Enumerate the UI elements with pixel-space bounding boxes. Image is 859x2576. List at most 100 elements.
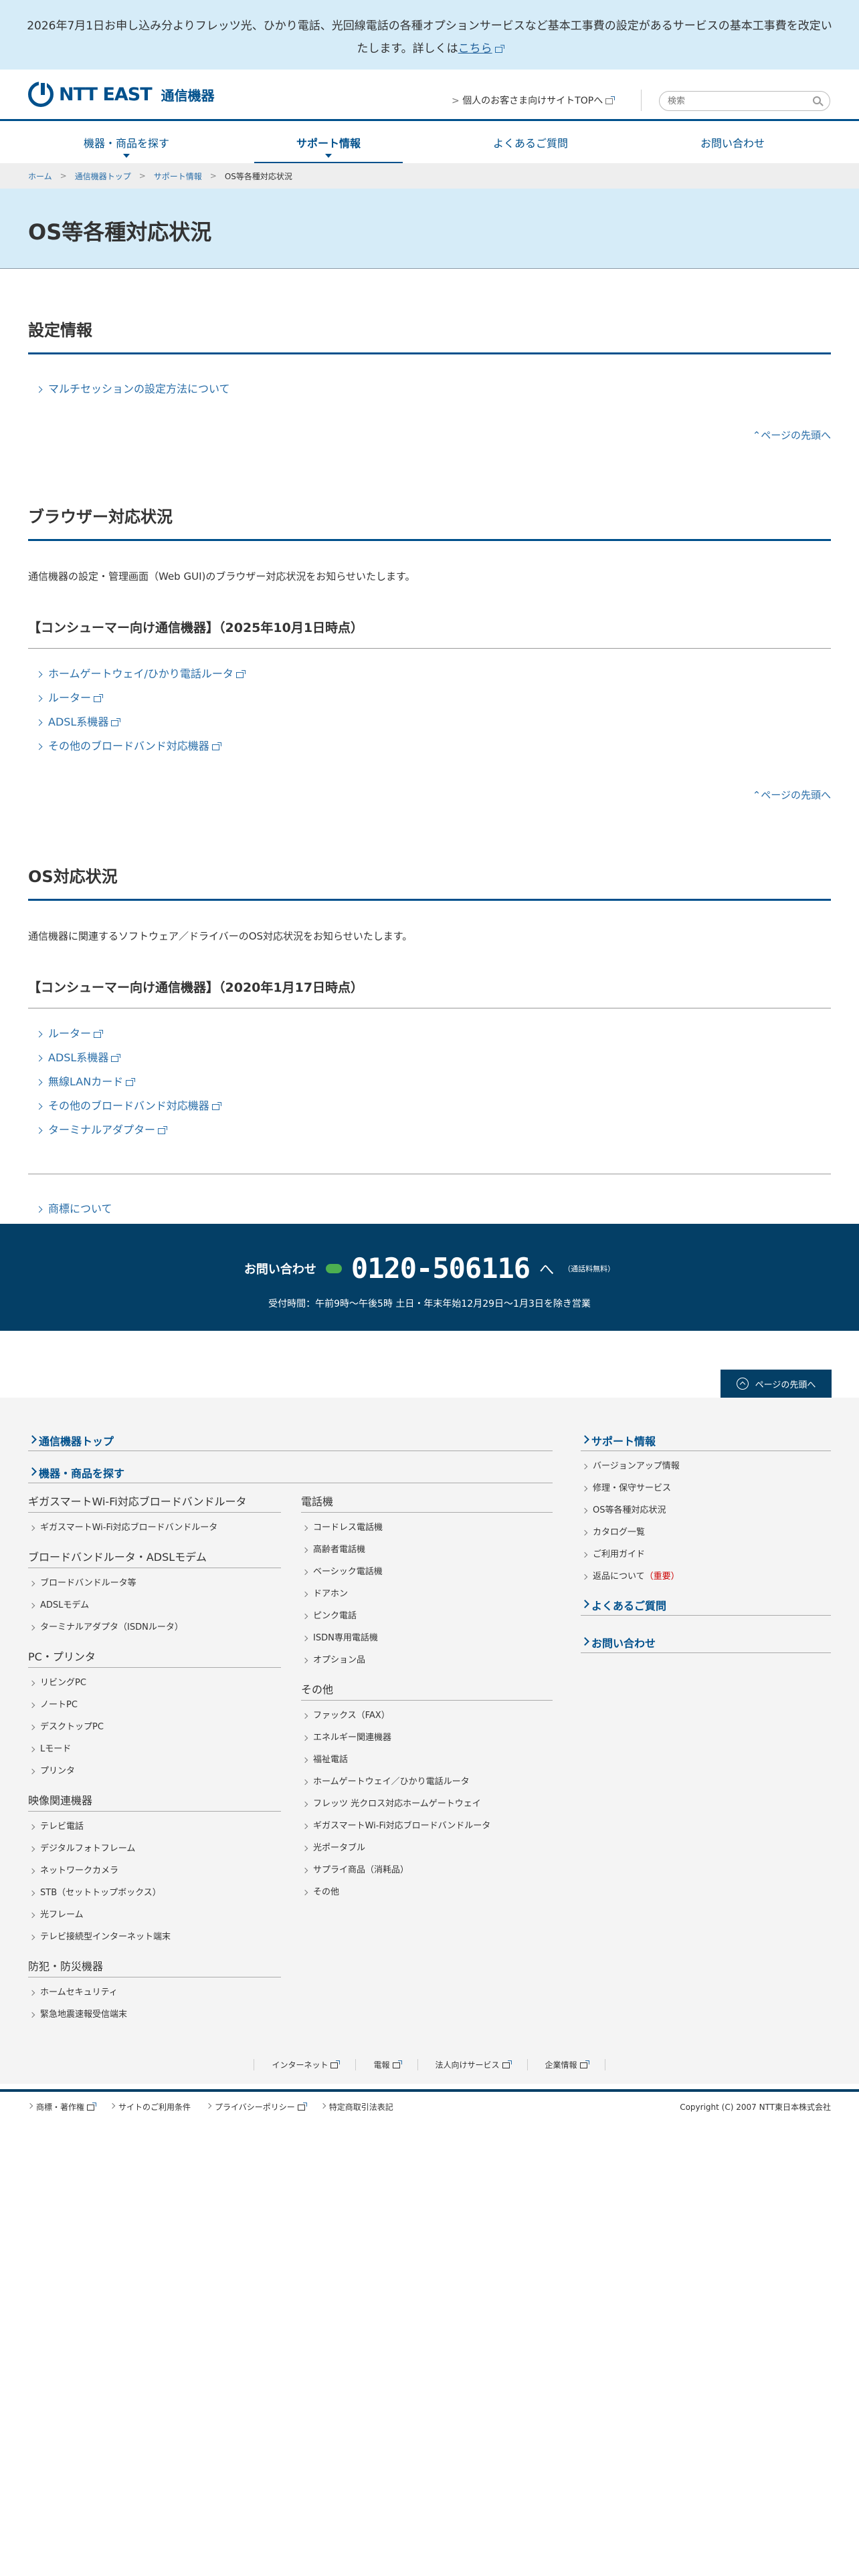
sitemap-item[interactable]: 修理・保守サービス xyxy=(581,1477,831,1499)
logo-brand: NTT EAST xyxy=(59,84,153,105)
nav-products[interactable]: 機器・商品を探す xyxy=(25,121,227,163)
link-browser-router[interactable]: ルーター xyxy=(28,686,831,710)
sitemap-item[interactable]: ノートPC xyxy=(28,1694,281,1716)
sitemap-products[interactable]: 機器・商品を探す xyxy=(28,1465,553,1483)
sitemap-item[interactable]: プリンタ xyxy=(28,1760,281,1782)
external-link-icon xyxy=(94,694,104,702)
link-browser-other[interactable]: その他のブロードバンド対応機器 xyxy=(28,734,831,758)
sitemap-item[interactable]: OS等各種対応状況 xyxy=(581,1499,831,1521)
breadcrumb-current: OS等各種対応状況 xyxy=(224,171,292,181)
sitemap-cat: 映像関連機器 xyxy=(28,1792,281,1812)
browser-subtitle: 【コンシューマー向け通信機器】（2025年10月1日時点） xyxy=(28,618,831,649)
link-os-wlan[interactable]: 無線LANカード xyxy=(28,1070,831,1094)
external-link-icon xyxy=(87,2102,97,2111)
sitemap-item[interactable]: カタログ一覧 xyxy=(581,1521,831,1543)
footer-nav-internet[interactable]: インターネット xyxy=(254,2058,355,2070)
link-browser-hgw[interactable]: ホームゲートウェイ/ひかり電話ルータ xyxy=(28,662,831,686)
notice-link[interactable]: こちら xyxy=(458,42,492,56)
pagetop-link[interactable]: ⌃ページの先頭へ xyxy=(28,788,831,802)
footer-nav-telegram[interactable]: 電報 xyxy=(355,2058,417,2070)
sitemap-item[interactable]: フレッツ 光クロス対応ホームゲートウェイ xyxy=(301,1793,553,1815)
search-input[interactable] xyxy=(659,91,830,111)
sitemap-item[interactable]: ホームセキュリティ xyxy=(28,1981,281,2004)
external-link-icon xyxy=(211,1102,221,1110)
sitemap-item[interactable]: ネットワークカメラ xyxy=(28,1860,281,1882)
sitemap-item[interactable]: デスクトップPC xyxy=(28,1716,281,1738)
sitemap-item[interactable]: コードレス電話機 xyxy=(301,1517,553,1539)
link-os-other[interactable]: その他のブロードバンド対応機器 xyxy=(28,1094,831,1118)
sitemap-item[interactable]: ギガスマートWi-Fi対応ブロードバンドルータ xyxy=(301,1815,553,1837)
os-links: ルーター ADSL系機器 無線LANカード その他のブロードバンド対応機器 ター… xyxy=(28,1022,831,1142)
contact-label: お問い合わせ xyxy=(244,1262,316,1277)
search-icon[interactable] xyxy=(813,96,821,104)
sitemap-item[interactable]: サプライ商品（消耗品） xyxy=(301,1859,553,1881)
link-multisession[interactable]: マルチセッションの設定方法について xyxy=(28,377,831,401)
sitemap-item[interactable]: エネルギー関連機器 xyxy=(301,1727,553,1749)
footer-nav-corporate[interactable]: 企業情報 xyxy=(527,2058,605,2070)
breadcrumb-support[interactable]: サポート情報 xyxy=(154,171,202,182)
important-badge: （重要） xyxy=(644,1572,680,1582)
sitemap-item[interactable]: ADSLモデム xyxy=(28,1594,281,1616)
link-os-ta[interactable]: ターミナルアダプター xyxy=(28,1118,831,1142)
sitemap-item[interactable]: デジタルフォトフレーム xyxy=(28,1838,281,1860)
sitemap-cat: PC・プリンタ xyxy=(28,1648,281,1668)
contact-tel-suffix: へ xyxy=(539,1261,555,1279)
link-browser-adsl[interactable]: ADSL系機器 xyxy=(28,710,831,734)
sitemap-item[interactable]: Lモード xyxy=(28,1738,281,1760)
external-link-icon xyxy=(392,2060,402,2068)
sitemap-item[interactable]: バージョンアップ情報 xyxy=(581,1455,831,1477)
sitemap-item[interactable]: テレビ電話 xyxy=(28,1816,281,1838)
pagetop-link[interactable]: ⌃ページの先頭へ xyxy=(28,428,831,442)
sitemap-item[interactable]: ブロードバンドルータ等 xyxy=(28,1572,281,1594)
personal-top-link[interactable]: > 個人のお客さま向けサイトTOPへ xyxy=(452,94,615,107)
sitemap-col1: ギガスマートWi-Fi対応ブロードバンドルータ ギガスマートWi-Fi対応ブロー… xyxy=(28,1493,281,2026)
sitemap-item[interactable]: ファックス（FAX） xyxy=(301,1705,553,1727)
sitemap-contact[interactable]: お問い合わせ xyxy=(581,1634,831,1653)
sitemap-item[interactable]: ご利用ガイド xyxy=(581,1543,831,1566)
link-trademark[interactable]: 商標について xyxy=(28,1197,831,1221)
nav-faq[interactable]: よくあるご質問 xyxy=(430,121,632,163)
personal-top-link-label: 個人のお客さま向けサイトTOPへ xyxy=(462,96,603,106)
breadcrumb-devices-top[interactable]: 通信機器トップ xyxy=(75,171,131,182)
link-os-adsl[interactable]: ADSL系機器 xyxy=(28,1046,831,1070)
external-link-icon xyxy=(330,2060,341,2068)
sitemap-item-return[interactable]: 返品について（重要） xyxy=(581,1566,831,1588)
page-header: OS等各種対応状況 xyxy=(0,189,859,269)
sitemap-item[interactable]: リビングPC xyxy=(28,1672,281,1694)
global-nav: 機器・商品を探す サポート情報 よくあるご質問 お問い合わせ xyxy=(0,119,859,163)
sitemap-item[interactable]: ターミナルアダプタ（ISDNルータ） xyxy=(28,1616,281,1638)
logo[interactable]: NTT EAST 通信機器 xyxy=(28,81,215,107)
sitemap-item[interactable]: ベーシック電話機 xyxy=(301,1561,553,1583)
sitemap-cat: その他 xyxy=(301,1681,553,1701)
sitemap-item[interactable]: ドアホン xyxy=(301,1583,553,1605)
footer-link-trademark[interactable]: 商標・著作権 xyxy=(28,2101,97,2113)
footer-link-commerce[interactable]: 特定商取引法表記 xyxy=(321,2101,393,2113)
sitemap-faq[interactable]: よくあるご質問 xyxy=(581,1597,831,1616)
sitemap-support[interactable]: サポート情報 xyxy=(581,1432,831,1451)
breadcrumb-home[interactable]: ホーム xyxy=(28,171,52,182)
footer-nav-business[interactable]: 法人向けサービス xyxy=(417,2058,527,2070)
sitemap-cat: ブロードバンドルータ・ADSLモデム xyxy=(28,1548,281,1568)
nav-support[interactable]: サポート情報 xyxy=(227,121,430,163)
nav-contact[interactable]: お問い合わせ xyxy=(632,121,834,163)
footer-link-privacy[interactable]: プライバシーポリシー xyxy=(207,2101,307,2113)
sitemap-item[interactable]: ギガスマートWi-Fi対応ブロードバンドルータ xyxy=(28,1517,281,1539)
sitemap-item[interactable]: ホームゲートウェイ／ひかり電話ルータ xyxy=(301,1771,553,1793)
sitemap-item[interactable]: ピンク電話 xyxy=(301,1605,553,1627)
sitemap-item[interactable]: 緊急地震速報受信端末 xyxy=(28,2004,281,2026)
link-os-router[interactable]: ルーター xyxy=(28,1022,831,1046)
sitemap-item[interactable]: その他 xyxy=(301,1881,553,1903)
sitemap-item[interactable]: オプション品 xyxy=(301,1649,553,1671)
sitemap-item[interactable]: 福祉電話 xyxy=(301,1749,553,1771)
footer-link-terms[interactable]: サイトのご利用条件 xyxy=(110,2101,191,2113)
sitemap-item[interactable]: ISDN専用電話機 xyxy=(301,1627,553,1649)
sitemap-item[interactable]: STB（セットトップボックス） xyxy=(28,1882,281,1904)
sitemap-item[interactable]: 光ポータブル xyxy=(301,1837,553,1859)
sitemap-devices-top[interactable]: 通信機器トップ xyxy=(28,1432,553,1451)
sitemap-item[interactable]: テレビ接続型インターネット端末 xyxy=(28,1926,281,1948)
pagetop-button[interactable]: ページの先頭へ xyxy=(721,1370,832,1398)
contact-tel[interactable]: 0120-506116 xyxy=(351,1252,531,1285)
sitemap-item[interactable]: 光フレーム xyxy=(28,1904,281,1926)
sitemap-item[interactable]: 高齢者電話機 xyxy=(301,1539,553,1561)
chevron-down-icon xyxy=(325,154,332,158)
